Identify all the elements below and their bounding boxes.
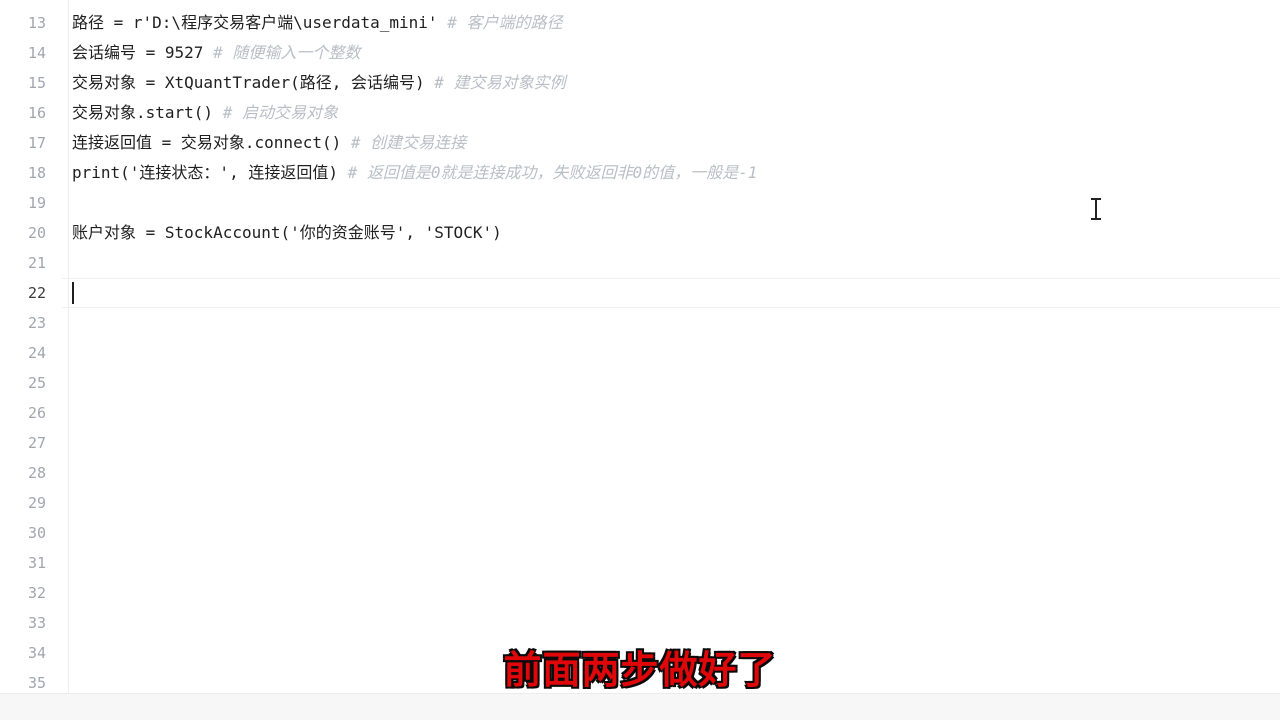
code-line[interactable]: print('连接状态：', 连接返回值) # 返回值是0就是连接成功，失败返回… [72,158,757,188]
gutter-divider [68,0,69,720]
line-number: 14 [27,44,46,62]
line-number: 26 [27,404,46,422]
text-caret [72,282,74,304]
line-number: 31 [27,554,46,572]
code-line[interactable]: 路径 = r'D:\程序交易客户端\userdata_mini' # 客户端的路… [72,8,562,38]
line-number: 32 [27,584,46,602]
line-number: 25 [27,374,46,392]
line-number: 27 [27,434,46,452]
code-comment: # 建交易对象实例 [434,73,566,92]
code-comment: # 随便输入一个整数 [213,43,361,62]
code-comment: # 启动交易对象 [222,103,338,122]
video-subtitle: 前面两步做好了 [502,647,777,693]
code-area[interactable]: 路径 = r'D:\程序交易客户端\userdata_mini' # 客户端的路… [72,0,1280,720]
code-line[interactable]: 会话编号 = 9527 # 随便输入一个整数 [72,38,360,68]
line-number: 23 [27,314,46,332]
code-comment: # 返回值是0就是连接成功，失败返回非0的值，一般是-1 [347,163,758,182]
line-number: 24 [27,344,46,362]
code-text: 路径 = r'D:\程序交易客户端\userdata_mini' [72,13,448,32]
line-number: 15 [27,74,46,92]
code-line[interactable]: 交易对象.start() # 启动交易对象 [72,98,338,128]
code-comment: # 客户端的路径 [447,13,563,32]
line-number: 33 [27,614,46,632]
code-line[interactable]: 连接返回值 = 交易对象.connect() # 创建交易连接 [72,128,466,158]
code-editor[interactable]: 13 14 15 16 17 18 19 20 21 22 23 24 25 26 27 28 29 30 31 32… [0,0,1280,720]
code-line[interactable]: 交易对象 = XtQuantTrader(路径, 会话编号) # 建交易对象实例 [72,68,566,98]
code-text: 连接返回值 = 交易对象.connect() [72,133,351,152]
line-number: 29 [27,494,46,512]
line-number: 30 [27,524,46,542]
code-comment: # 创建交易连接 [350,133,467,152]
line-number: 19 [27,194,46,212]
code-text: 账户对象 = StockAccount('你的资金账号', 'STOCK') [72,223,502,242]
line-number: 20 [27,224,46,242]
ibeam-cursor-icon [1089,197,1103,221]
code-text: print('连接状态：', 连接返回值) [72,163,348,182]
code-text: 交易对象.start() [72,103,223,122]
line-number: 28 [27,464,46,482]
line-number: 17 [27,134,46,152]
line-number: 22 [27,284,46,302]
line-number-gutter: 13 14 15 16 17 18 19 20 21 22 23 24 25 26 27 28 29 30 31 32… [0,0,62,720]
line-number: 16 [27,104,46,122]
code-text: 会话编号 = 9527 [72,43,214,62]
line-number: 18 [27,164,46,182]
code-line[interactable]: 账户对象 = StockAccount('你的资金账号', 'STOCK') [72,218,502,248]
line-number: 21 [27,254,46,272]
line-number: 13 [27,14,46,32]
code-text: 交易对象 = XtQuantTrader(路径, 会话编号) [72,73,435,92]
